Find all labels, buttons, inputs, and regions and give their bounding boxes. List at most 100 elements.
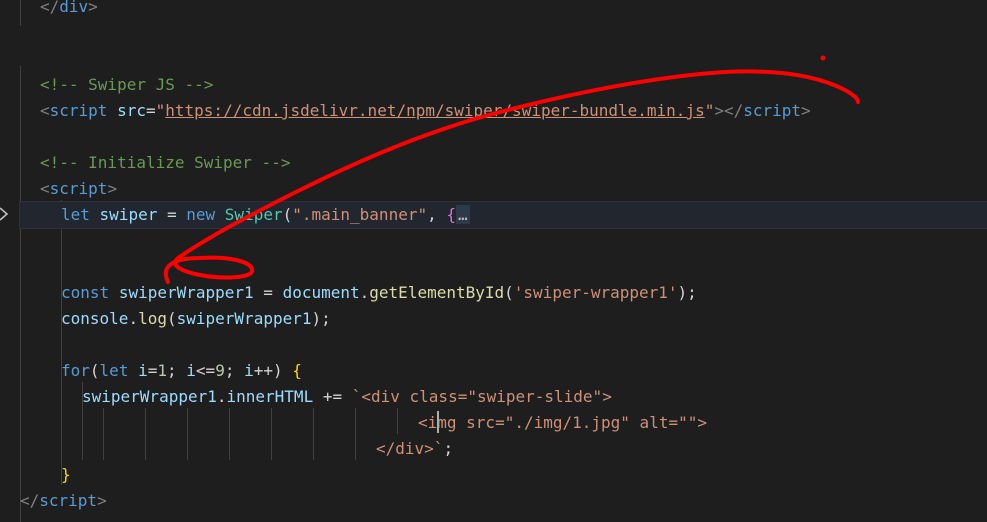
code-token: swiperWrapper1 xyxy=(118,283,254,302)
code-token: ; xyxy=(167,361,187,380)
indent-guide xyxy=(187,408,188,460)
code-token: getElementById xyxy=(369,283,505,302)
code-token: " xyxy=(704,101,715,120)
indent-guide xyxy=(61,200,62,485)
code-token: log xyxy=(138,309,167,328)
code-token: https://cdn.jsdelivr.net/npm/swiper/swip… xyxy=(165,101,705,120)
code-token: ; xyxy=(224,361,245,380)
code-token: script xyxy=(743,101,802,120)
code-token: let xyxy=(61,205,90,224)
code-line[interactable]: <!-- Swiper JS --> xyxy=(40,72,213,98)
code-token: ( xyxy=(89,361,100,380)
code-token: 1 xyxy=(157,361,168,380)
code-token: const xyxy=(61,283,110,302)
code-token: < xyxy=(40,101,50,120)
code-token: , xyxy=(427,205,447,224)
code-token: ; xyxy=(443,439,454,458)
indent-guide xyxy=(355,408,356,460)
code-line[interactable]: <img src="./img/1.jpg" alt=""> xyxy=(418,410,707,436)
code-token: = xyxy=(157,205,187,224)
indent-guide xyxy=(313,408,314,460)
code-token: swiper xyxy=(99,205,158,224)
code-token: ( xyxy=(282,205,293,224)
indent-guide xyxy=(20,0,21,26)
code-token: ( xyxy=(504,283,514,302)
indent-guide xyxy=(145,408,146,460)
code-editor[interactable]: </div> <!-- Swiper JS --> <script src="h… xyxy=(0,0,987,522)
code-token: += xyxy=(313,387,352,406)
code-token: i xyxy=(138,361,148,380)
code-line[interactable]: for(let i=1; i<=9; i++) { xyxy=(61,358,302,384)
code-token: ( xyxy=(166,309,177,328)
code-token: script xyxy=(49,101,108,120)
text-cursor xyxy=(437,411,439,433)
code-line[interactable]: <!-- Initialize Swiper --> xyxy=(40,150,290,176)
indent-guide xyxy=(229,408,230,460)
indent-guide xyxy=(397,408,398,434)
code-line[interactable]: console.log(swiperWrapper1); xyxy=(61,306,331,332)
code-token: ".main_banner" xyxy=(292,205,428,224)
chevron-right-icon[interactable] xyxy=(0,203,10,225)
code-token: </ xyxy=(40,0,60,16)
code-token: { xyxy=(446,205,456,224)
code-token: console xyxy=(61,309,129,328)
code-token: } xyxy=(61,465,71,484)
code-token: for xyxy=(61,361,90,380)
code-token: `<div class="swiper-slide"> xyxy=(351,387,612,406)
code-token: . xyxy=(216,387,227,406)
code-token: Swiper xyxy=(224,205,283,224)
code-token: 9 xyxy=(215,361,225,380)
code-token: div xyxy=(59,0,89,16)
code-token: <= xyxy=(195,361,216,380)
code-line[interactable]: </script> xyxy=(20,488,107,514)
code-token: <img src="./img/1.jpg" alt=""> xyxy=(418,413,707,432)
code-token: { xyxy=(292,361,302,380)
code-token: = xyxy=(147,361,158,380)
code-token: src xyxy=(117,101,146,120)
code-token: … xyxy=(456,205,470,224)
code-token: <!-- Swiper JS --> xyxy=(40,75,214,94)
code-token: > xyxy=(88,0,98,16)
indent-guide xyxy=(20,66,21,522)
code-token: let xyxy=(99,361,129,380)
code-line[interactable]: } xyxy=(61,462,71,488)
code-token: swiperWrapper1 xyxy=(82,387,217,406)
code-token: < xyxy=(40,179,50,198)
code-token: > xyxy=(107,179,118,198)
code-line[interactable]: <script> xyxy=(40,176,117,202)
code-line[interactable]: let swiper = new Swiper(".main_banner", … xyxy=(61,202,470,228)
code-token: ); xyxy=(311,309,331,328)
code-token: > xyxy=(801,101,811,120)
code-token: innerHTML xyxy=(226,387,314,406)
indent-guide xyxy=(103,408,104,460)
code-line[interactable]: const swiperWrapper1 = document.getEleme… xyxy=(61,280,697,306)
code-token: </ xyxy=(20,491,40,510)
code-token: document xyxy=(282,283,360,302)
code-token: script xyxy=(39,491,98,510)
code-token: <!-- Initialize Swiper --> xyxy=(40,153,291,172)
code-token: new xyxy=(186,205,216,224)
code-token: " xyxy=(155,101,166,120)
code-line[interactable]: </div> xyxy=(40,0,98,20)
code-token: i xyxy=(186,361,196,380)
code-token: . xyxy=(359,283,370,302)
code-token: ></ xyxy=(714,101,744,120)
indent-guide xyxy=(271,408,272,460)
code-token: = xyxy=(253,283,283,302)
code-token: script xyxy=(49,179,108,198)
code-token: ++) xyxy=(253,361,293,380)
code-line[interactable]: </div>`; xyxy=(376,436,453,462)
code-token: > xyxy=(97,491,107,510)
code-line[interactable]: swiperWrapper1.innerHTML += `<div class=… xyxy=(82,384,612,410)
code-line[interactable]: <script src="https://cdn.jsdelivr.net/np… xyxy=(40,98,811,124)
code-token: 'swiper-wrapper1' xyxy=(513,283,678,302)
code-token: i xyxy=(244,361,254,380)
code-token: = xyxy=(145,101,156,120)
code-token: ); xyxy=(677,283,697,302)
editor-gutter[interactable] xyxy=(0,0,20,522)
